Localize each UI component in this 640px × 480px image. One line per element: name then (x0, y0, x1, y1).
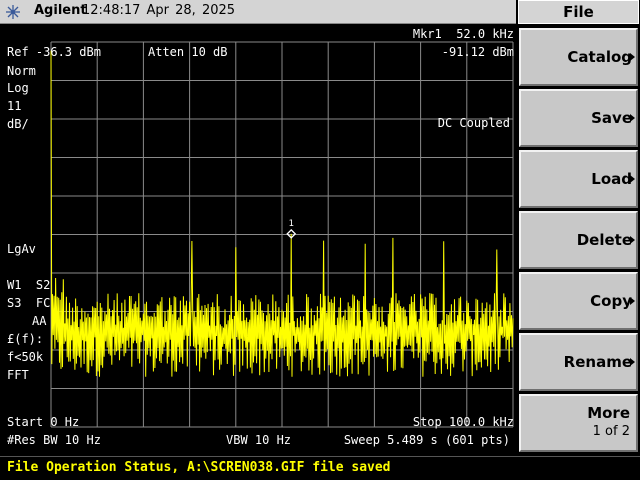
trace-status-s3fc: S3 FC (7, 296, 51, 310)
scale-unit: dB/ (7, 117, 29, 131)
save-softkey[interactable]: Save (519, 89, 638, 147)
title-bar: Agilent 12:48:17 Apr 28, 2025 (0, 0, 516, 24)
date-time: 12:48:17 Apr 28, 2025 (82, 3, 236, 18)
scale-value: 11 (7, 99, 22, 113)
trace-status-w1s2: W1 S2 (7, 278, 51, 292)
delete-softkey[interactable]: Delete (519, 211, 638, 269)
softkey-menu: File Catalog Save Load Delete Copy Renam… (517, 0, 640, 458)
filter-label: f<50k (7, 350, 44, 364)
agilent-spark-icon (6, 5, 20, 19)
marker-number: 1 (289, 219, 294, 229)
softkey-label: Load (591, 170, 632, 188)
attenuation: Atten 10 dB (148, 45, 228, 59)
page-indicator: 1 of 2 (592, 424, 630, 439)
reference-level: Ref -36.3 dBm (7, 45, 101, 59)
spectrum-plot: 1 (50, 41, 514, 428)
catalog-softkey[interactable]: Catalog (519, 28, 638, 86)
brand-name: Agilent (34, 3, 87, 18)
submenu-arrow-icon (630, 297, 635, 305)
start-frequency: Start 0 Hz (7, 415, 80, 429)
sweep-time: Sweep 5.489 s (601 pts) (343, 433, 510, 447)
load-softkey[interactable]: Load (519, 150, 638, 208)
stop-frequency: Stop 100.0 kHz (412, 415, 514, 429)
rename-softkey[interactable]: Rename (519, 333, 638, 391)
softkey-label: More (587, 404, 630, 422)
trace-status-aa: AA (32, 314, 47, 328)
submenu-arrow-icon (630, 114, 635, 122)
submenu-arrow-icon (630, 53, 635, 61)
copy-softkey[interactable]: Copy (519, 272, 638, 330)
fft-label: FFT (7, 368, 29, 382)
submenu-arrow-icon (630, 236, 635, 244)
softkey-label: Rename (563, 353, 632, 371)
function-label: £(f): (7, 332, 44, 346)
status-message: File Operation Status, A:\SCREN038.GIF f… (7, 460, 391, 475)
more-softkey[interactable]: More 1 of 2 (519, 394, 638, 452)
submenu-arrow-icon (630, 175, 635, 183)
coupling-label: DC Coupled (437, 116, 510, 130)
norm-label: Norm (7, 64, 36, 78)
marker-amplitude: -91.12 dBm (441, 45, 514, 59)
softkey-label: Save (591, 109, 632, 127)
average-label: LgAv (7, 242, 36, 256)
analyzer-display: 1 Mkr1 52.0 kHz Ref -36.3 dBm Atten 10 d… (0, 24, 516, 455)
softkey-label: Copy (590, 292, 632, 310)
resolution-bandwidth: #Res BW 10 Hz (7, 433, 101, 447)
video-bandwidth: VBW 10 Hz (226, 433, 292, 447)
softkey-label: Catalog (567, 48, 632, 66)
marker-frequency: Mkr1 52.0 kHz (412, 27, 514, 41)
graticule (50, 41, 514, 428)
log-label: Log (7, 81, 29, 95)
softkey-label: Delete (576, 231, 632, 249)
menu-title: File (518, 0, 639, 24)
status-bar: File Operation Status, A:\SCREN038.GIF f… (0, 456, 640, 480)
submenu-arrow-icon (630, 358, 635, 366)
